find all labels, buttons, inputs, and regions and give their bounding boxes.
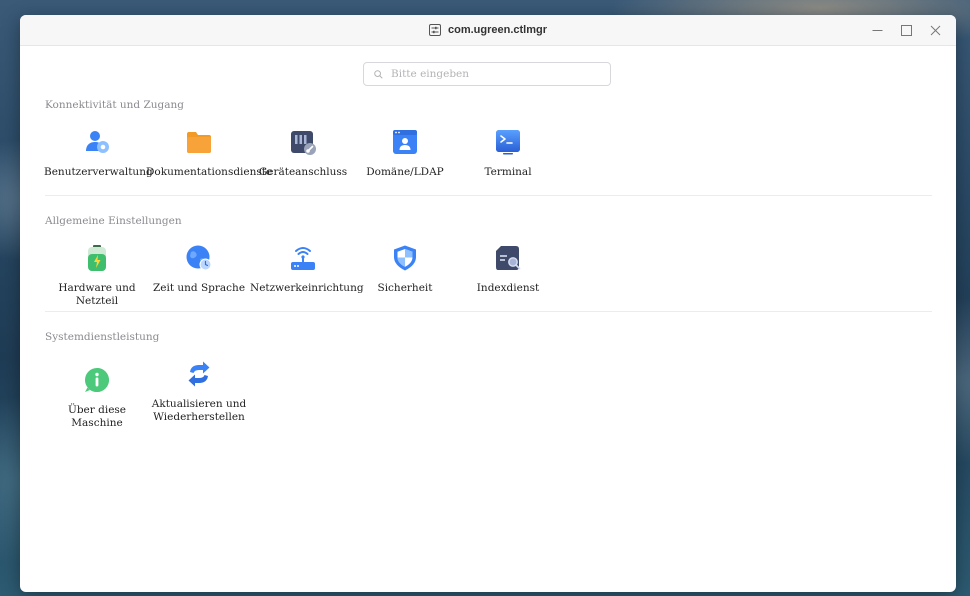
app-label: Benutzerverwaltung	[44, 166, 153, 178]
users-icon	[86, 131, 109, 153]
app-domain-ldap[interactable]: Domäne/LDAP	[352, 128, 458, 179]
folder-icon	[187, 132, 211, 153]
app-time-language[interactable]: Zeit und Sprache	[146, 244, 252, 295]
app-hardware-power[interactable]: Hardware und Netzteil	[44, 244, 150, 308]
close-icon	[930, 25, 941, 35]
minimize-button[interactable]	[871, 24, 884, 37]
app-label-line: Aktualisieren und	[151, 398, 247, 410]
router-icon	[291, 247, 315, 270]
globe-clock-icon	[186, 245, 212, 271]
app-label: Über diese Maschine	[67, 404, 127, 429]
sliders-icon	[428, 24, 441, 36]
app-label: Zeit und Sprache	[152, 282, 246, 294]
shield-icon	[394, 245, 416, 271]
app-label: Aktualisieren und Wiederherstellen	[146, 398, 252, 424]
title-bar[interactable]: com.ugreen.ctlmgr	[20, 15, 956, 46]
window-title: com.ugreen.ctlmgr	[447, 24, 548, 36]
app-index-service[interactable]: Indexdienst	[455, 244, 561, 295]
terminal-icon	[496, 130, 520, 155]
app-documentation-services[interactable]: Dokumentationsdienste	[146, 128, 273, 179]
app-label-line: Wiederherstellen	[153, 411, 245, 423]
battery-icon	[88, 245, 106, 271]
close-button[interactable]	[929, 24, 942, 37]
app-about-machine[interactable]: Über diese Maschine	[44, 366, 150, 430]
app-label: Netzwerkeinrichtung	[250, 282, 364, 294]
app-terminal[interactable]: Terminal	[455, 128, 561, 179]
refresh-icon	[188, 361, 210, 387]
section-title-system-service: Systemdienstleistung	[45, 331, 160, 343]
app-device-connection[interactable]: Geräteanschluss	[250, 128, 356, 179]
section-divider	[45, 311, 932, 312]
app-update-restore[interactable]: Aktualisieren und Wiederherstellen	[146, 360, 252, 424]
search-input[interactable]	[389, 67, 593, 81]
section-divider	[45, 195, 932, 196]
device-connection-icon	[291, 131, 316, 155]
app-label: Hardware und Netzteil	[58, 282, 136, 307]
app-label: Dokumentationsdienste	[146, 166, 273, 178]
app-network-setup[interactable]: Netzwerkeinrichtung	[250, 244, 364, 295]
search-box[interactable]	[363, 62, 611, 86]
maximize-icon	[901, 24, 912, 36]
section-title-connectivity: Konnektivität und Zugang	[45, 99, 184, 111]
domain-ldap-icon	[393, 130, 417, 154]
minimize-icon	[872, 29, 883, 31]
index-search-icon	[496, 246, 521, 270]
info-icon	[85, 368, 109, 392]
app-user-management[interactable]: Benutzerverwaltung	[44, 128, 153, 179]
app-security[interactable]: Sicherheit	[352, 244, 458, 295]
section-title-general-settings: Allgemeine Einstellungen	[45, 215, 182, 227]
app-label: Indexdienst	[476, 282, 540, 294]
app-label: Terminal	[484, 166, 532, 178]
maximize-button[interactable]	[900, 24, 913, 37]
app-window: com.ugreen.ctlmgr Konnektivität und Zuga…	[20, 15, 956, 592]
search-icon	[374, 69, 383, 79]
app-label: Geräteanschluss	[258, 166, 348, 178]
app-label: Domäne/LDAP	[366, 166, 444, 178]
app-label: Sicherheit	[377, 282, 433, 294]
